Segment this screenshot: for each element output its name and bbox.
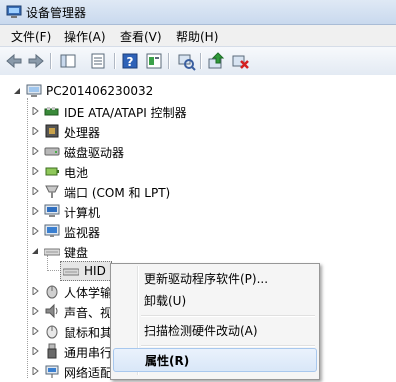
tree-node-label: 声音、视 bbox=[64, 306, 113, 320]
sound-icon bbox=[44, 303, 60, 319]
tree-node-label: 鼠标和其 bbox=[64, 326, 113, 340]
update-driver-menu-item[interactable]: 更新驱动程序软件(P)... bbox=[113, 267, 315, 289]
toolbar-separator bbox=[114, 53, 116, 69]
tree-node-label: 通用串行 bbox=[64, 346, 113, 360]
toolbar-separator bbox=[200, 53, 202, 69]
port-icon bbox=[44, 183, 60, 199]
expand-arrow-icon[interactable] bbox=[32, 347, 40, 355]
expand-arrow-icon[interactable] bbox=[32, 107, 40, 115]
tree-node-ide[interactable]: IDE ATA/ATAPI 控制器 bbox=[0, 101, 396, 121]
tree-node-label: 磁盘驱动器 bbox=[64, 146, 125, 160]
properties-icon[interactable] bbox=[88, 51, 108, 71]
processor-icon bbox=[44, 123, 60, 139]
menu-action[interactable]: 操作(A) bbox=[64, 28, 106, 45]
back-arrow-icon[interactable] bbox=[4, 51, 24, 71]
tree-node-label: IDE ATA/ATAPI 控制器 bbox=[64, 106, 187, 120]
collapse-arrow-icon[interactable] bbox=[13, 87, 21, 95]
tree-node-disk[interactable]: 磁盘驱动器 bbox=[0, 141, 396, 161]
toolbar: ? bbox=[0, 46, 396, 76]
forward-arrow-icon[interactable] bbox=[26, 51, 46, 71]
uninstall-device-icon[interactable] bbox=[230, 51, 250, 71]
tree-node-port[interactable]: 端口 (COM 和 LPT) bbox=[0, 181, 396, 201]
context-menu: 更新驱动程序软件(P)... 卸载(U) 扫描检测硬件改动(A) 属性(R) bbox=[110, 263, 320, 380]
menu-item-label: 属性(R) bbox=[145, 354, 190, 368]
expand-arrow-icon[interactable] bbox=[32, 167, 40, 175]
properties-menu-item[interactable]: 属性(R) bbox=[113, 348, 317, 372]
title-bar: 设备管理器 bbox=[0, 0, 396, 25]
tree-node-label: 人体学输 bbox=[64, 286, 113, 300]
keyboard-icon bbox=[62, 263, 80, 279]
svg-text:?: ? bbox=[127, 55, 134, 69]
expand-arrow-icon[interactable] bbox=[32, 207, 40, 215]
monitor-icon bbox=[44, 223, 60, 239]
hid-icon bbox=[44, 283, 60, 299]
menu-divider bbox=[141, 345, 315, 347]
menu-view[interactable]: 查看(V) bbox=[120, 28, 162, 45]
tree-node-label: 监视器 bbox=[64, 226, 101, 240]
expand-arrow-icon[interactable] bbox=[32, 187, 40, 195]
expand-arrow-icon[interactable] bbox=[32, 367, 40, 375]
computer-icon bbox=[26, 83, 42, 99]
console-tree-icon[interactable] bbox=[58, 51, 78, 71]
expand-arrow-icon[interactable] bbox=[32, 147, 40, 155]
expand-arrow-icon[interactable] bbox=[32, 227, 40, 235]
tree-node-label: 键盘 bbox=[64, 246, 89, 260]
menu-help[interactable]: 帮助(H) bbox=[176, 28, 218, 45]
tree-node-label: 网络适配 bbox=[64, 366, 113, 380]
tree-node-label: 计算机 bbox=[64, 206, 101, 220]
toolbar-separator bbox=[50, 53, 52, 69]
help-icon[interactable]: ? bbox=[120, 51, 140, 71]
tree-node-label: 电池 bbox=[64, 166, 89, 180]
keyboard-icon bbox=[43, 243, 61, 259]
update-driver-icon[interactable] bbox=[206, 51, 226, 71]
menu-item-label: 扫描检测硬件改动(A) bbox=[144, 324, 258, 338]
tree-root-label: PC201406230032 bbox=[46, 84, 154, 98]
menu-bar: 文件(F) 操作(A) 查看(V) 帮助(H) bbox=[0, 25, 396, 46]
menu-file[interactable]: 文件(F) bbox=[11, 28, 51, 45]
menu-item-label: 更新驱动程序软件(P)... bbox=[144, 272, 269, 286]
scan-hardware-menu-item[interactable]: 扫描检测硬件改动(A) bbox=[113, 319, 315, 341]
mouse-icon bbox=[44, 323, 60, 339]
menu-item-label: 卸载(U) bbox=[144, 294, 187, 308]
expand-arrow-icon[interactable] bbox=[32, 307, 40, 315]
toolbar-separator bbox=[168, 53, 170, 69]
tree-node-monitor[interactable]: 监视器 bbox=[0, 221, 396, 241]
collapse-arrow-icon[interactable] bbox=[31, 247, 39, 255]
battery-icon bbox=[44, 163, 60, 179]
expand-arrow-icon[interactable] bbox=[32, 127, 40, 135]
tree-node-label: 处理器 bbox=[64, 126, 101, 140]
window-title: 设备管理器 bbox=[26, 6, 87, 20]
disk-drive-icon bbox=[44, 143, 60, 159]
tree-node-label: HID bbox=[84, 264, 106, 278]
device-manager-icon bbox=[6, 5, 22, 19]
ide-controller-icon bbox=[44, 103, 60, 119]
tree-root[interactable]: PC201406230032 bbox=[0, 81, 396, 101]
expand-arrow-icon[interactable] bbox=[32, 327, 40, 335]
tree-node-processor[interactable]: 处理器 bbox=[0, 121, 396, 141]
tree-node-computer[interactable]: 计算机 bbox=[0, 201, 396, 221]
computer-icon bbox=[44, 203, 60, 219]
uninstall-menu-item[interactable]: 卸载(U) bbox=[113, 289, 315, 311]
menu-divider bbox=[141, 315, 315, 317]
details-icon[interactable] bbox=[144, 51, 164, 71]
tree-node-keyboard[interactable]: 键盘 bbox=[0, 241, 396, 261]
expand-arrow-icon[interactable] bbox=[32, 287, 40, 295]
usb-icon bbox=[44, 343, 60, 359]
scan-hardware-icon[interactable] bbox=[176, 51, 196, 71]
network-icon bbox=[44, 363, 60, 379]
tree-node-label: 端口 (COM 和 LPT) bbox=[64, 186, 171, 200]
tree-node-battery[interactable]: 电池 bbox=[0, 161, 396, 181]
